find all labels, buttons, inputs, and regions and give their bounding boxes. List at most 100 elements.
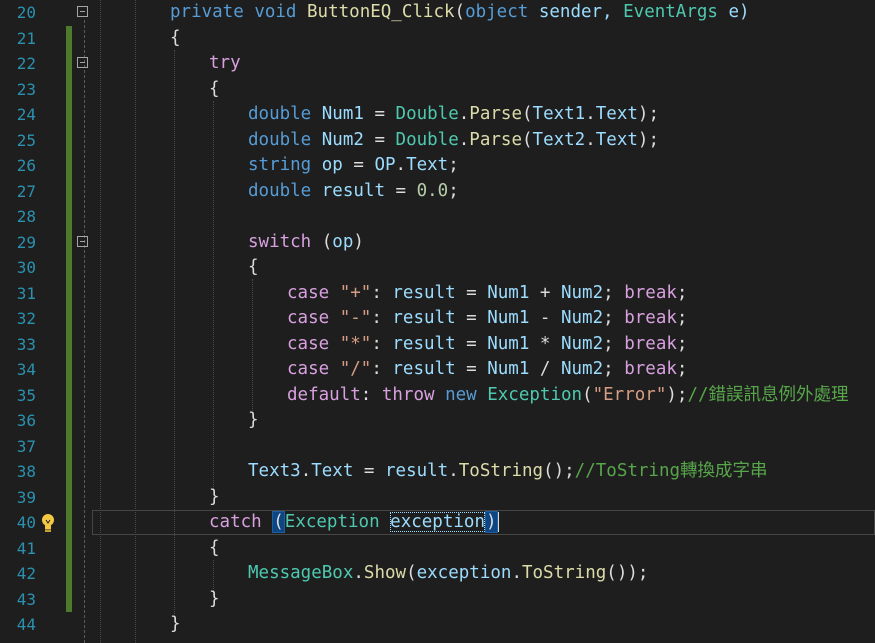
change-indicator	[66, 178, 72, 204]
change-indicator	[66, 204, 72, 230]
token: Num1	[487, 308, 530, 328]
change-indicator	[66, 331, 72, 357]
token: Double	[395, 104, 459, 124]
code-line[interactable]: 44 }	[0, 612, 875, 638]
token: Double	[395, 129, 459, 150]
code-text: MessageBox.Show(exception.ToString());	[248, 561, 648, 587]
code-line[interactable]: 20 private void ButtonEQ_Click(object se…	[0, 0, 875, 26]
token: EventArgs	[623, 2, 718, 22]
code-line[interactable]: 29 switch (op)	[0, 229, 875, 256]
token: :	[360, 384, 382, 405]
code-line[interactable]: 38 Text3.Text = result.ToString();//ToSt…	[0, 459, 875, 485]
token: ;	[676, 333, 688, 354]
code-line[interactable]: 42 MessageBox.Show(exception.ToString())…	[0, 561, 875, 587]
change-indicator	[66, 51, 72, 77]
token: break	[624, 359, 677, 379]
code-line[interactable]: 40 catch (Exception exception)	[0, 510, 875, 536]
line-number: 39	[16, 487, 36, 507]
change-indicator	[66, 357, 72, 383]
code-line[interactable]: 22 try	[0, 51, 875, 77]
code-text: catch (Exception exception)	[209, 510, 499, 536]
collapse-icon[interactable]	[77, 235, 88, 247]
token: }	[209, 588, 220, 609]
collapse-icon[interactable]	[77, 6, 88, 17]
token: (	[272, 511, 285, 533]
token: (	[454, 2, 466, 22]
code-line[interactable]: 21 {	[0, 25, 875, 51]
token: 0.0	[416, 180, 449, 201]
line-number: 24	[16, 105, 36, 124]
code-line[interactable]: 23 {	[0, 76, 875, 102]
line-number: 26	[16, 156, 36, 175]
code-text: double result = 0.0;	[248, 179, 459, 205]
code-text: default: throw new Exception("Error");//…	[287, 383, 849, 409]
token: result	[385, 461, 449, 481]
text-caret	[497, 512, 499, 532]
token: :	[371, 333, 393, 354]
token: result	[321, 180, 385, 201]
token: ToString	[458, 461, 544, 481]
code-line[interactable]: 37	[0, 433, 875, 459]
token: break	[624, 308, 677, 328]
token: {	[170, 27, 181, 48]
change-indicator	[66, 408, 72, 434]
code-line[interactable]: 43 }	[0, 586, 875, 613]
token: Parse	[469, 129, 522, 150]
token: )	[484, 511, 498, 533]
token: Num1	[321, 104, 364, 124]
code-line[interactable]: 33 case "*": result = Num1 * Num2; break…	[0, 331, 875, 357]
token: ;	[676, 282, 688, 303]
code-line[interactable]: 28	[0, 204, 875, 230]
token: void	[254, 2, 297, 22]
token: result	[392, 308, 456, 328]
token: default	[287, 384, 361, 405]
token: (	[311, 231, 333, 252]
token: sender,	[528, 2, 624, 22]
code-line[interactable]: 30 {	[0, 255, 875, 281]
token: "+"	[339, 282, 372, 303]
token: ;	[448, 180, 459, 201]
token: e)	[717, 2, 750, 22]
line-number: 38	[16, 462, 36, 481]
line-number: 34	[16, 360, 36, 379]
code-line[interactable]: 27 double result = 0.0;	[0, 178, 875, 205]
code-text: }	[209, 587, 220, 613]
line-number: 36	[16, 411, 36, 430]
change-indicator	[66, 127, 72, 153]
token: break	[624, 282, 677, 303]
token: case	[287, 308, 330, 328]
token: double	[248, 104, 312, 124]
change-indicator	[66, 459, 72, 485]
code-line[interactable]: 41 {	[0, 535, 875, 561]
token: MessageBox	[248, 563, 354, 583]
collapse-icon[interactable]	[77, 57, 88, 68]
token: :	[371, 282, 393, 303]
token: double	[248, 129, 312, 150]
line-number: 32	[16, 309, 36, 328]
token: Text3	[248, 461, 301, 481]
code-line[interactable]: 36 }	[0, 408, 875, 434]
code-line[interactable]: 26 string op = OP.Text;	[0, 153, 875, 179]
line-number: 44	[16, 615, 36, 634]
token: .	[300, 461, 312, 481]
token: exception	[390, 512, 485, 532]
code-line[interactable]: 31 case "+": result = Num1 + Num2; break…	[0, 280, 875, 306]
token: ();	[543, 461, 575, 481]
code-line[interactable]: 24 double Num1 = Double.Parse(Text1.Text…	[0, 102, 875, 128]
code-line[interactable]: 25 double Num2 = Double.Parse(Text2.Text…	[0, 127, 875, 154]
token: :	[371, 308, 393, 328]
code-line[interactable]: 35 default: throw new Exception("Error")…	[0, 382, 875, 409]
code-line[interactable]: 32 case "-": result = Num1 - Num2; break…	[0, 306, 875, 332]
code-text: switch (op)	[248, 230, 364, 256]
code-text: string op = OP.Text;	[248, 153, 459, 179]
token: ;	[603, 282, 625, 303]
code-line[interactable]: 39 }	[0, 484, 875, 510]
code-line[interactable]: 34 case "/": result = Num1 / Num2; break…	[0, 357, 875, 383]
token: =	[353, 461, 385, 481]
token: /	[529, 359, 561, 379]
code-editor[interactable]: 20 private void ButtonEQ_Click(object se…	[0, 0, 875, 643]
code-text: double Num2 = Double.Parse(Text2.Text);	[248, 128, 659, 154]
token: Parse	[469, 104, 522, 124]
